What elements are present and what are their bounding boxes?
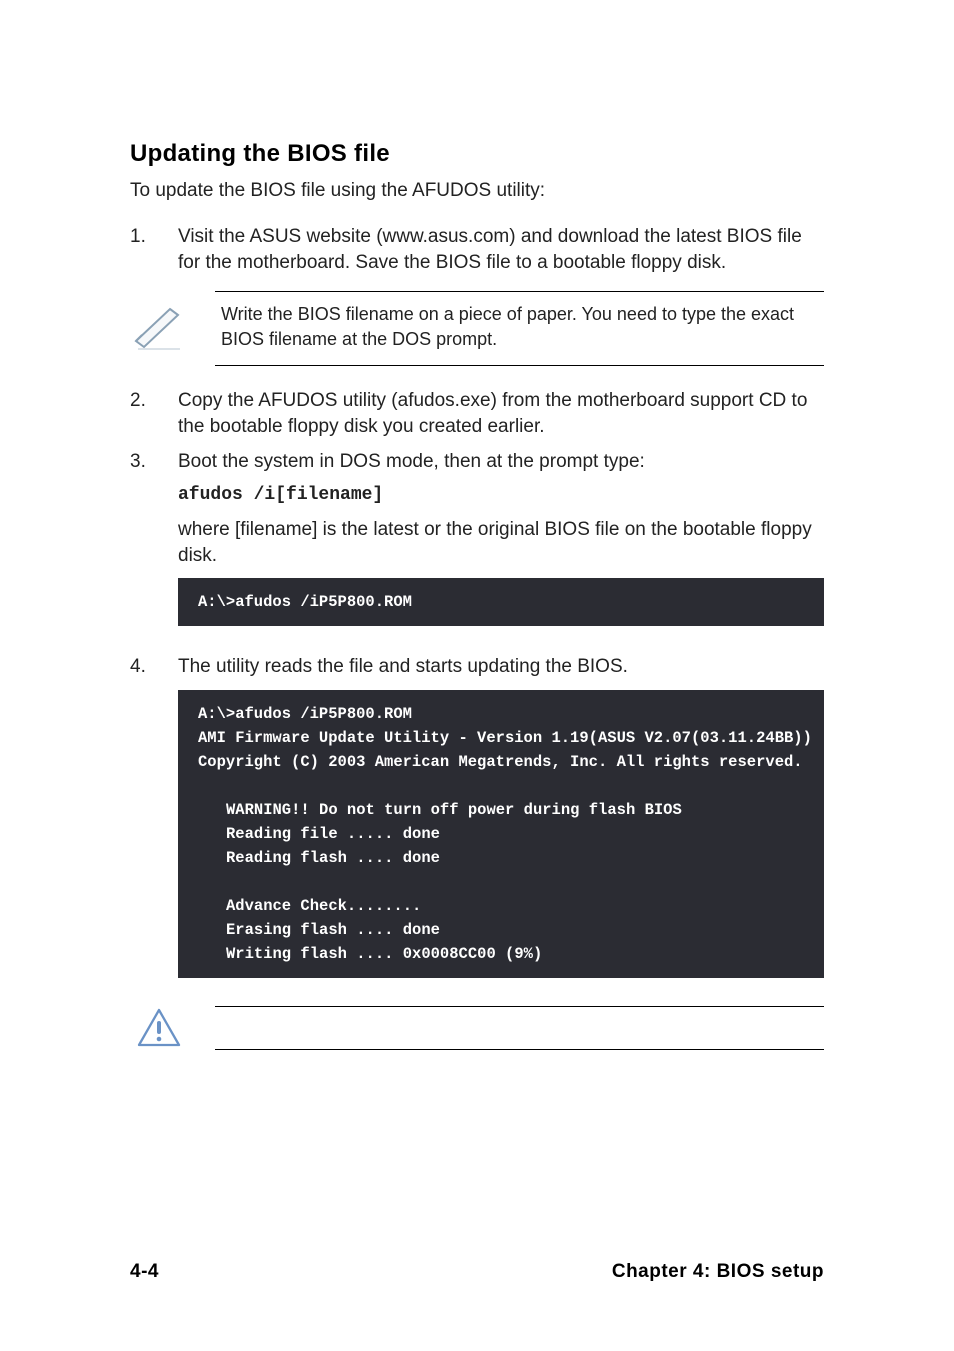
step-number: 4. (130, 654, 178, 680)
step-number: 1. (130, 224, 178, 250)
command-text: afudos /i[filename] (178, 483, 824, 507)
step-3-line-1: Boot the system in DOS mode, then at the… (178, 449, 824, 475)
step-text: Copy the AFUDOS utility (afudos.exe) fro… (178, 388, 824, 439)
note-row: Write the BIOS filename on a piece of pa… (130, 291, 824, 366)
step-number: 2. (130, 388, 178, 414)
terminal-block-1: A:\>afudos /iP5P800.ROM (178, 578, 824, 626)
term-line: Advance Check........ (198, 894, 804, 918)
page-footer: 4-4 Chapter 4: BIOS setup (0, 1261, 954, 1283)
term-line: A:\>afudos /iP5P800.ROM (198, 705, 412, 723)
step-list-3: 4. The utility reads the file and starts… (130, 654, 824, 680)
section-heading: Updating the BIOS file (130, 140, 824, 168)
step-body: Boot the system in DOS mode, then at the… (178, 449, 824, 568)
terminal-output: A:\>afudos /iP5P800.ROM (178, 578, 824, 626)
chapter-label: Chapter 4: BIOS setup (612, 1261, 824, 1283)
term-line: Reading file ..... done (198, 822, 804, 846)
terminal-block-2: A:\>afudos /iP5P800.ROM AMI Firmware Upd… (178, 690, 824, 978)
step-2: 2. Copy the AFUDOS utility (afudos.exe) … (130, 388, 824, 439)
step-3: 3. Boot the system in DOS mode, then at … (130, 449, 824, 568)
pencil-icon (130, 307, 215, 351)
term-line: Copyright (C) 2003 American Megatrends, … (198, 753, 803, 771)
intro-text: To update the BIOS file using the AFUDOS… (130, 180, 824, 202)
step-1: 1. Visit the ASUS website (www.asus.com)… (130, 224, 824, 275)
term-line: Writing flash .... 0x0008CC00 (9%) (198, 942, 804, 966)
page-number: 4-4 (130, 1261, 159, 1283)
warning-box (215, 1006, 824, 1050)
term-line: WARNING!! Do not turn off power during f… (198, 798, 804, 822)
step-4: 4. The utility reads the file and starts… (130, 654, 824, 680)
page: Updating the BIOS file To update the BIO… (0, 0, 954, 1351)
step-number: 3. (130, 449, 178, 475)
term-line: Erasing flash .... done (198, 918, 804, 942)
warning-row (130, 1006, 824, 1050)
term-line: Reading flash .... done (198, 846, 804, 870)
term-line: AMI Firmware Update Utility - Version 1.… (198, 729, 812, 747)
note-text: Write the BIOS filename on a piece of pa… (215, 291, 824, 366)
step-list: 1. Visit the ASUS website (www.asus.com)… (130, 224, 824, 275)
terminal-output-2: A:\>afudos /iP5P800.ROM AMI Firmware Upd… (178, 690, 824, 978)
step-text: The utility reads the file and starts up… (178, 654, 824, 680)
step-list-2: 2. Copy the AFUDOS utility (afudos.exe) … (130, 388, 824, 569)
step-text: Visit the ASUS website (www.asus.com) an… (178, 224, 824, 275)
warning-icon (130, 1007, 215, 1049)
step-3-line-2: where [filename] is the latest or the or… (178, 517, 824, 568)
